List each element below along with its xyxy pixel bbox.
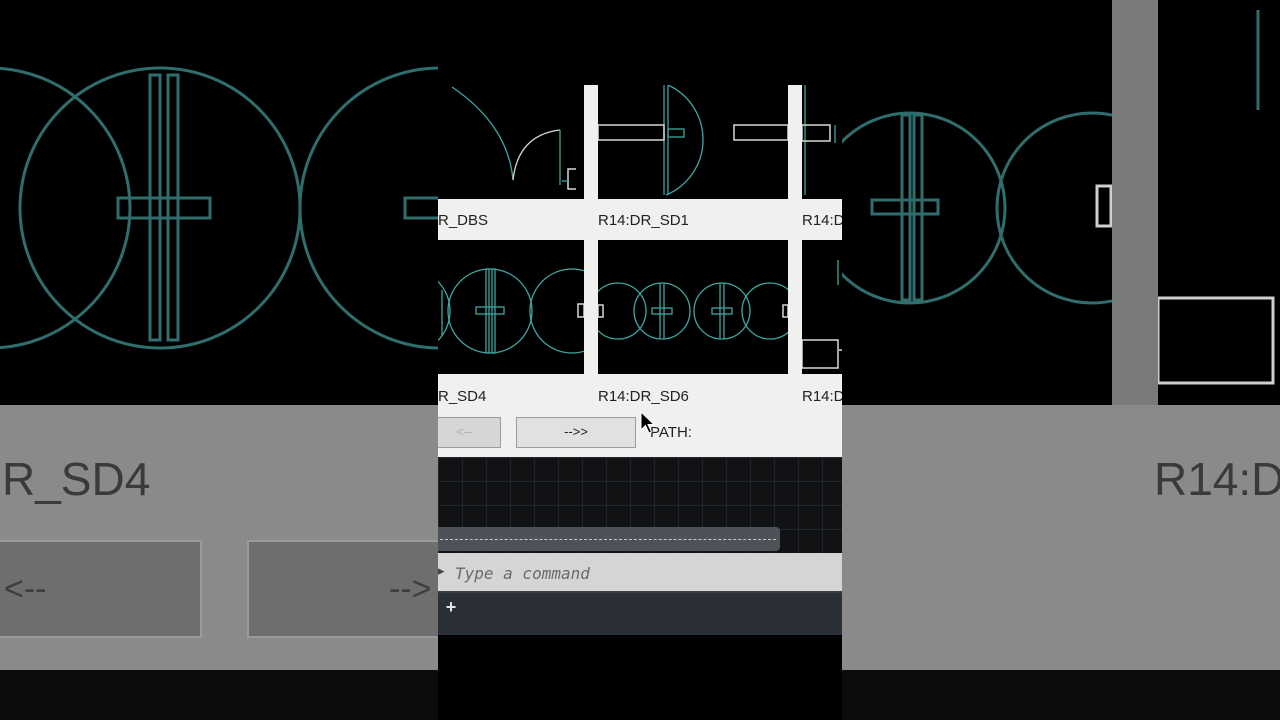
add-tab-icon[interactable]: + [443, 598, 459, 616]
block-label-sd6: R14:DR_SD6 [598, 388, 689, 405]
door-symbol-sd6 [598, 282, 788, 340]
backdrop-left-label: R_SD4 [2, 453, 151, 505]
backdrop-right-symbols-2 [1156, 10, 1275, 385]
block-thumb-sd6[interactable] [598, 240, 788, 374]
next-page-button[interactable]: -->> [516, 417, 636, 448]
command-prompt-icon[interactable]: ▸ [438, 563, 445, 579]
backdrop-right: R14:D [842, 0, 1280, 720]
block-thumb-sd4[interactable] [438, 240, 584, 374]
block-label-sd1: R14:DR_SD1 [598, 212, 689, 229]
backdrop-right-panel [842, 405, 1280, 670]
command-history-divider [440, 539, 776, 540]
block-label-row1-partial: R14:D [802, 212, 842, 229]
command-history [438, 527, 780, 551]
block-thumb-row1-partial[interactable] [802, 85, 842, 199]
backdrop-left: R_SD4 <-- --> [0, 0, 438, 720]
door-symbol-sd1 [598, 85, 788, 196]
block-label-row2-partial: R14:D [802, 388, 842, 405]
prev-page-button[interactable]: <-- [438, 417, 501, 448]
backdrop-left-canvas [0, 0, 438, 405]
backdrop-right-canvas [842, 0, 1189, 405]
block-palette: R_DBS R14:DR_SD1 R14:D R_SD4 R14:DR_SD6 … [438, 85, 842, 457]
block-thumb-sd1[interactable] [598, 85, 788, 199]
backdrop-left-symbols [0, 66, 438, 350]
block-label-dbs: R_DBS [438, 212, 489, 229]
autocad-window: R_DBS R14:DR_SD1 R14:D R_SD4 R14:DR_SD6 … [438, 0, 842, 720]
backdrop-right-bottom [842, 670, 1280, 720]
block-thumb-row2-partial[interactable] [802, 240, 842, 374]
backdrop-right-canvas-2 [1156, 0, 1280, 405]
path-label: PATH: [650, 424, 692, 441]
backdrop-left-prev-button: <-- [0, 540, 202, 638]
backdrop-right-label: R14:D [1154, 453, 1280, 505]
block-thumb-dbs[interactable] [438, 85, 584, 199]
backdrop-left-next-button: --> [247, 540, 438, 638]
door-symbol-row1-partial [802, 85, 836, 195]
backdrop-left-bottom [0, 670, 438, 720]
backdrop-right-symbols [842, 111, 1189, 305]
door-symbol-row2-partial [802, 260, 842, 369]
door-symbol-sd4 [438, 268, 584, 354]
layout-tabbar: + [438, 593, 842, 635]
cursor-arrow-icon [640, 411, 656, 434]
command-input[interactable] [453, 553, 837, 593]
block-label-sd4: R_SD4 [438, 388, 487, 405]
door-symbol-dbs [451, 86, 576, 190]
command-line: ▸ [438, 553, 842, 593]
